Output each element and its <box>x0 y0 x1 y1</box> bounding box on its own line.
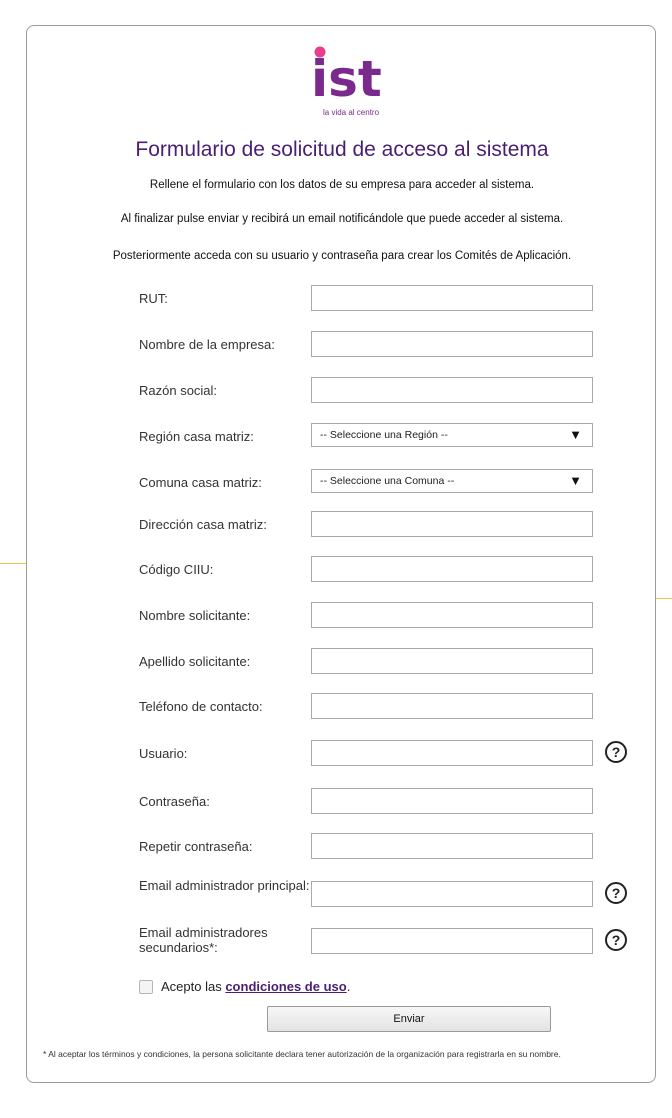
field-company-name: Nombre de la empresa: <box>27 331 657 361</box>
company-name-input[interactable] <box>311 331 593 357</box>
help-icon[interactable]: ? <box>605 882 627 904</box>
commune-selected-value: -- Seleccione una Comuna -- <box>320 475 455 487</box>
help-icon[interactable]: ? <box>605 929 627 951</box>
access-request-card: ist la vida al centro Formulario de soli… <box>26 25 656 1083</box>
commune-select[interactable]: -- Seleccione una Comuna -- ▼ <box>311 469 593 493</box>
password-input[interactable] <box>311 788 593 814</box>
field-ciiu: Código CIIU: <box>27 556 657 586</box>
secondary-admin-email-label: Email administradores secundarios*: <box>139 925 268 955</box>
terms-suffix: . <box>346 979 351 994</box>
terms-prefix: Acepto las <box>161 979 222 994</box>
footnote: * Al aceptar los términos y condiciones,… <box>43 1049 561 1059</box>
field-commune: Comuna casa matriz: -- Seleccione una Co… <box>27 469 657 499</box>
accept-terms-checkbox[interactable] <box>139 980 153 994</box>
field-phone: Teléfono de contacto: <box>27 693 657 723</box>
field-password: Contraseña: <box>27 788 657 818</box>
applicant-surname-label: Apellido solicitante: <box>139 654 251 669</box>
applicant-name-input[interactable] <box>311 602 593 628</box>
chevron-down-icon: ▼ <box>569 473 582 488</box>
phone-input[interactable] <box>311 693 593 719</box>
field-address: Dirección casa matriz: <box>27 511 657 541</box>
address-label: Dirección casa matriz: <box>139 517 267 532</box>
submit-button[interactable]: Enviar <box>267 1006 551 1032</box>
repeat-password-input[interactable] <box>311 833 593 859</box>
rut-label: RUT: <box>139 291 168 306</box>
field-region: Región casa matriz: -- Seleccione una Re… <box>27 423 657 453</box>
intro-line-3: Posteriormente acceda con su usuario y c… <box>112 250 572 262</box>
svg-text:ist: ist <box>311 50 382 106</box>
ciiu-input[interactable] <box>311 556 593 582</box>
business-name-input[interactable] <box>311 377 593 403</box>
field-repeat-password: Repetir contraseña: <box>27 833 657 863</box>
chevron-down-icon: ▼ <box>569 427 582 442</box>
region-select[interactable]: -- Seleccione una Región -- ▼ <box>311 423 593 447</box>
field-applicant-name: Nombre solicitante: <box>27 602 657 632</box>
page-title: Formulario de solicitud de acceso al sis… <box>135 138 549 161</box>
help-icon[interactable]: ? <box>605 741 627 763</box>
right-edge-line <box>656 598 672 599</box>
left-edge-line <box>0 563 26 564</box>
region-label: Región casa matriz: <box>139 429 254 444</box>
terms-text: Acepto las condiciones de uso. <box>161 979 350 994</box>
repeat-password-label: Repetir contraseña: <box>139 839 253 854</box>
address-input[interactable] <box>311 511 593 537</box>
ist-logo: ist la vida al centro <box>309 44 399 124</box>
password-label: Contraseña: <box>139 794 210 809</box>
field-main-admin-email: Email administrador principal: ? <box>27 878 657 911</box>
terms-link[interactable]: condiciones de uso <box>225 979 346 994</box>
applicant-surname-input[interactable] <box>311 648 593 674</box>
main-admin-email-label: Email administrador principal: <box>139 878 310 893</box>
field-rut: RUT: <box>27 285 657 315</box>
ciiu-label: Código CIIU: <box>139 562 214 577</box>
logo-tagline: la vida al centro <box>323 108 380 117</box>
field-business-name: Razón social: <box>27 377 657 407</box>
commune-label: Comuna casa matriz: <box>139 475 262 490</box>
secondary-admin-email-input[interactable] <box>311 928 593 954</box>
ist-logo-mark: ist <box>311 46 382 106</box>
rut-input[interactable] <box>311 285 593 311</box>
business-name-label: Razón social: <box>139 383 218 398</box>
field-username: Usuario: ? <box>27 740 657 770</box>
phone-label: Teléfono de contacto: <box>139 699 263 714</box>
field-secondary-admin-email: Email administradores secundarios*: ? <box>27 925 657 958</box>
applicant-name-label: Nombre solicitante: <box>139 608 251 623</box>
intro-line-2: Al finalizar pulse enviar y recibirá un … <box>120 213 564 225</box>
username-input[interactable] <box>311 740 593 766</box>
main-admin-email-input[interactable] <box>311 881 593 907</box>
region-selected-value: -- Seleccione una Región -- <box>320 429 448 441</box>
company-name-label: Nombre de la empresa: <box>139 337 275 352</box>
intro-line-1: Rellene el formulario con los datos de s… <box>149 179 535 191</box>
field-applicant-surname: Apellido solicitante: <box>27 648 657 678</box>
username-label: Usuario: <box>139 746 188 761</box>
